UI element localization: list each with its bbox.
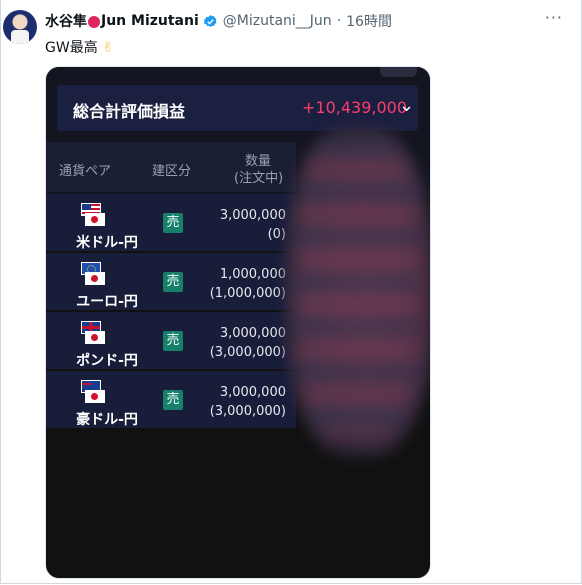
- qty-pending: (3,000,000): [209, 345, 286, 360]
- qty-value: 3,000,000 (3,000,000): [196, 324, 286, 362]
- sell-badge: 売: [163, 272, 183, 292]
- qty-pending: (3,000,000): [209, 404, 286, 419]
- sell-badge: 売: [163, 331, 183, 351]
- column-side: 建区分: [152, 164, 192, 179]
- tweet-card[interactable]: 水谷隼 Jun Mizutani @Mizutani__Jun · 16時間 ·…: [0, 0, 582, 584]
- sell-badge: 売: [163, 213, 183, 233]
- chevron-down-icon: ⌄: [399, 95, 415, 116]
- qty-pending: (1,000,000): [209, 286, 286, 301]
- qty: 3,000,000: [219, 326, 286, 341]
- display-name[interactable]: 水谷隼: [45, 11, 87, 31]
- pair-label: ユーロ-円: [76, 294, 138, 310]
- flag-pair-icon: [81, 380, 105, 410]
- summary-label: 総合計評価損益: [73, 102, 186, 121]
- table-header: 通貨ペア 建区分 数量 (注文中): [46, 142, 296, 192]
- qty: 1,000,000: [219, 267, 286, 282]
- flag-pair-icon: [81, 262, 105, 292]
- tweet-header: 水谷隼 Jun Mizutani @Mizutani__Jun · 16時間: [45, 11, 392, 31]
- table-row: 米ドル-円 売 3,000,000 (0): [46, 194, 296, 251]
- flag-pair-icon: [81, 321, 105, 351]
- sell-badge: 売: [163, 390, 183, 410]
- column-qty-pending: (注文中): [234, 171, 284, 186]
- qty: 3,000,000: [219, 385, 286, 400]
- jp-flag-icon: [85, 331, 105, 344]
- display-name-suffix[interactable]: Jun Mizutani: [101, 13, 199, 29]
- qty: 3,000,000: [219, 208, 286, 223]
- flag-pair-icon: [81, 203, 105, 233]
- top-tab: [380, 67, 417, 77]
- jp-flag-icon: [85, 390, 105, 403]
- user-handle[interactable]: @Mizutani__Jun: [223, 13, 332, 29]
- column-pair: 通貨ペア: [59, 164, 112, 179]
- summary-bar: 総合計評価損益 +10,439,000 ⌄: [57, 85, 418, 131]
- jp-flag-icon: [85, 213, 105, 226]
- blurred-region-overlay: [296, 137, 416, 437]
- qty-value: 3,000,000 (0): [196, 206, 286, 244]
- victory-hand-icon: ✌: [102, 40, 114, 56]
- qty-value: 1,000,000 (1,000,000): [196, 265, 286, 303]
- table-row: ポンド-円 売 3,000,000 (3,000,000): [46, 312, 296, 369]
- pair-label: ポンド-円: [76, 353, 138, 369]
- summary-value: +10,439,000: [302, 98, 408, 117]
- timestamp[interactable]: 16時間: [346, 11, 392, 31]
- ping-pong-icon: [88, 16, 100, 28]
- tweet-text: GW最高 ✌: [45, 37, 114, 57]
- qty-value: 3,000,000 (3,000,000): [196, 383, 286, 421]
- table-row: ユーロ-円 売 1,000,000 (1,000,000): [46, 253, 296, 310]
- pair-label: 豪ドル-円: [76, 412, 138, 428]
- qty-pending: (0): [267, 227, 286, 242]
- pair-label: 米ドル-円: [76, 235, 138, 251]
- tweet-body: GW最高: [45, 40, 98, 56]
- more-options-icon[interactable]: ···: [545, 8, 563, 27]
- attached-image[interactable]: 総合計評価損益 +10,439,000 ⌄ 通貨ペア 建区分 数量 (注文中) …: [45, 66, 431, 579]
- jp-flag-icon: [85, 272, 105, 285]
- avatar[interactable]: [3, 10, 37, 44]
- separator: ·: [336, 13, 342, 29]
- verified-icon: [203, 14, 217, 27]
- table-row: 豪ドル-円 売 3,000,000 (3,000,000): [46, 371, 296, 428]
